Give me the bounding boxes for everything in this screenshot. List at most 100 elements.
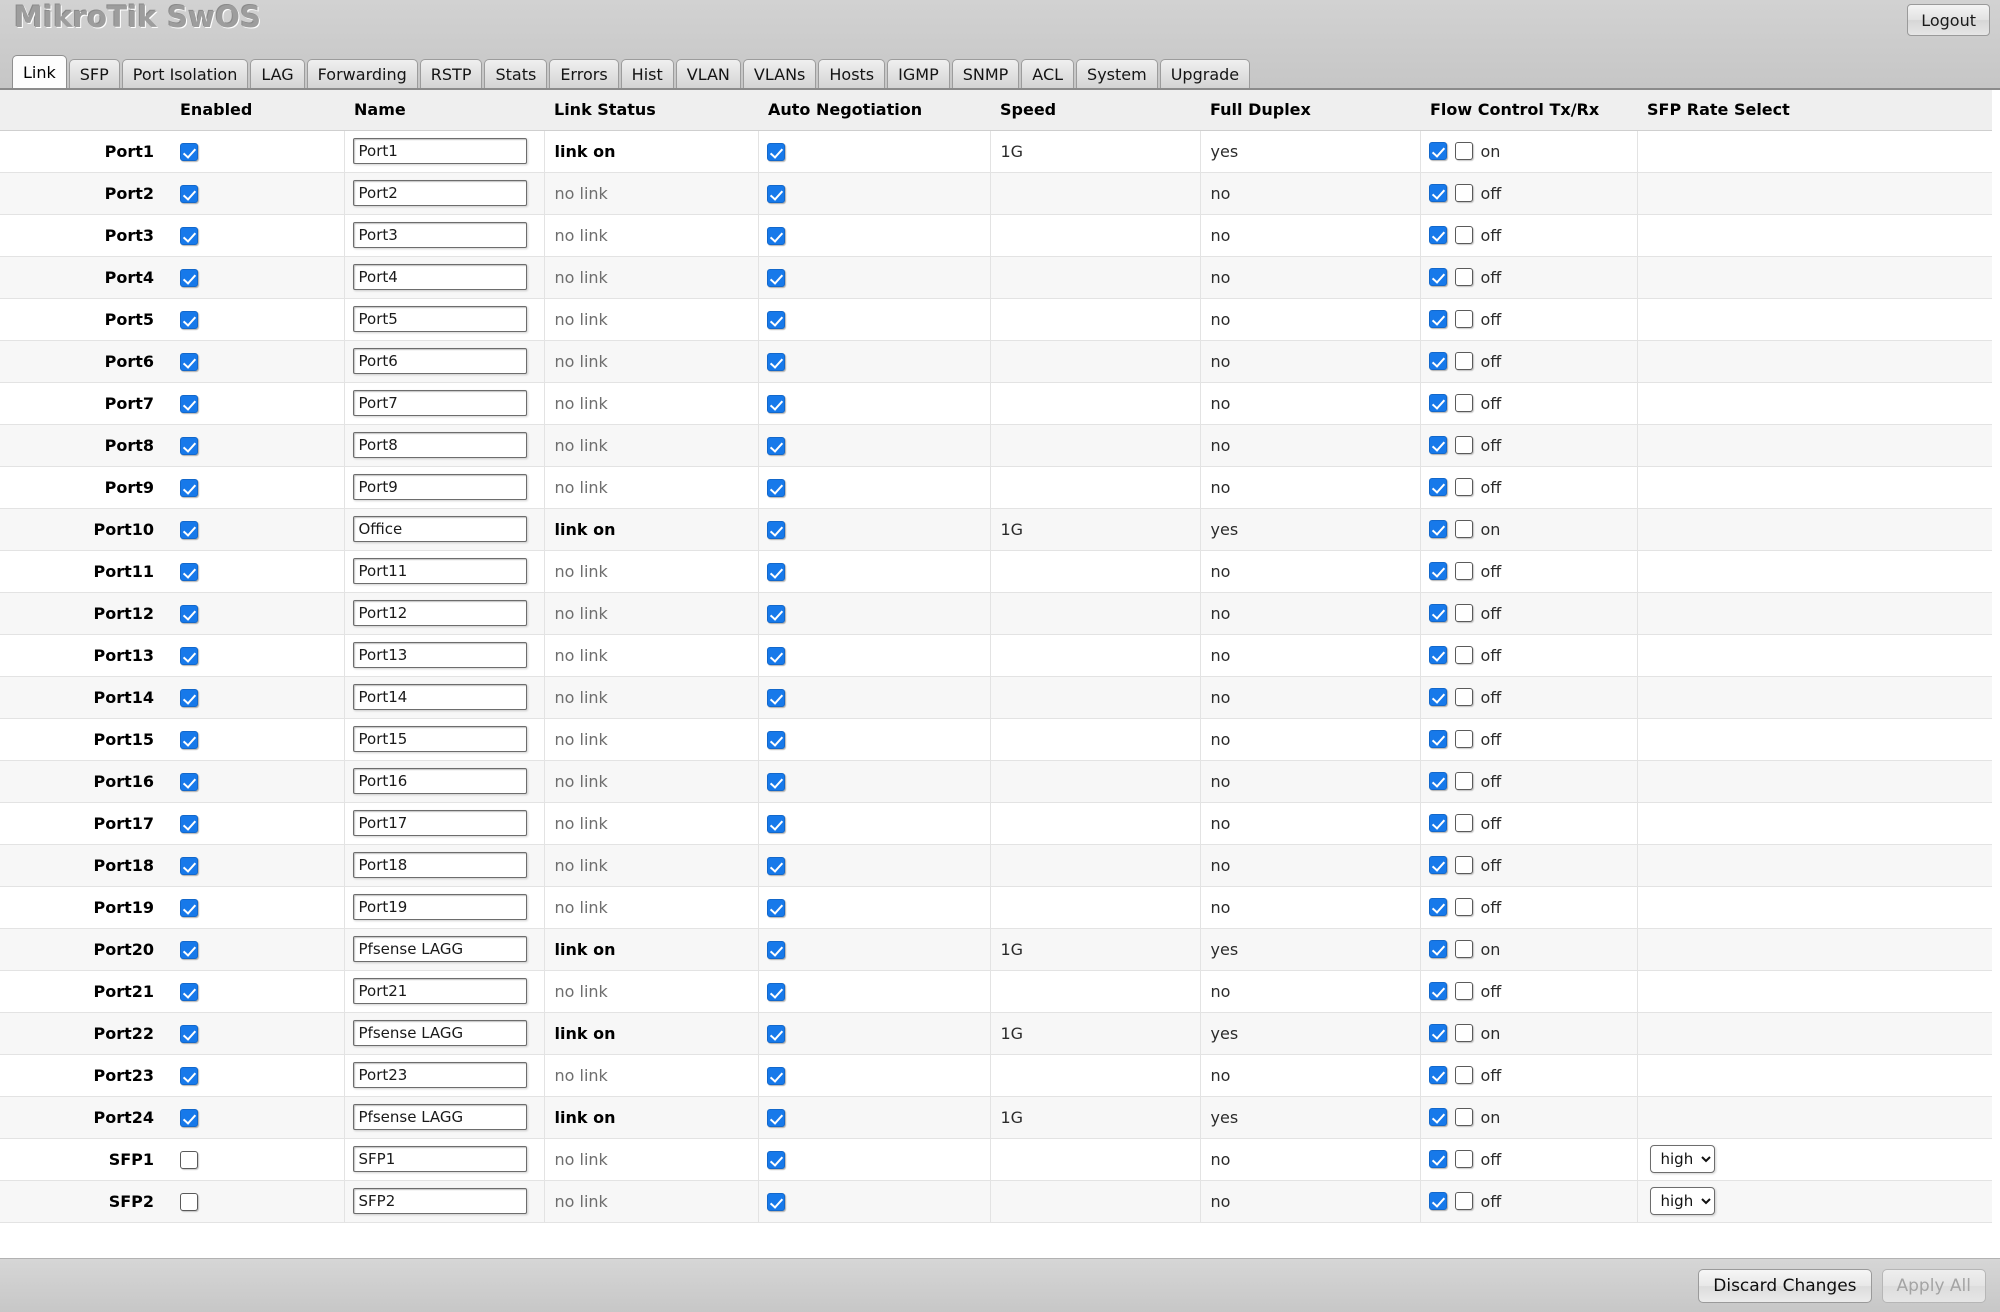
flow-control-tx-checkbox[interactable] <box>1428 1192 1447 1210</box>
tab-hosts[interactable]: Hosts <box>818 59 886 88</box>
auto-negotiation-checkbox[interactable] <box>766 436 785 455</box>
enabled-checkbox[interactable] <box>180 1150 198 1169</box>
auto-negotiation-checkbox[interactable] <box>766 478 785 497</box>
flow-control-tx-checkbox[interactable] <box>1428 982 1447 1000</box>
port-name-input[interactable] <box>352 894 527 920</box>
flow-control-rx-checkbox[interactable] <box>1454 604 1473 622</box>
auto-negotiation-checkbox[interactable] <box>766 646 785 665</box>
logout-button[interactable]: Logout <box>1907 4 1990 36</box>
flow-control-rx-checkbox[interactable] <box>1454 772 1473 790</box>
flow-control-tx-checkbox[interactable] <box>1428 520 1447 538</box>
flow-control-rx-checkbox[interactable] <box>1454 142 1473 160</box>
flow-control-rx-checkbox[interactable] <box>1454 940 1473 958</box>
flow-control-tx-checkbox[interactable] <box>1428 814 1447 832</box>
flow-control-rx-checkbox[interactable] <box>1454 562 1473 580</box>
enabled-checkbox[interactable] <box>180 604 198 623</box>
tab-forwarding[interactable]: Forwarding <box>306 59 418 88</box>
tab-hist[interactable]: Hist <box>620 59 674 88</box>
tab-system[interactable]: System <box>1076 59 1158 88</box>
port-name-input[interactable] <box>352 600 527 626</box>
enabled-checkbox[interactable] <box>180 520 198 539</box>
auto-negotiation-checkbox[interactable] <box>766 1192 785 1211</box>
flow-control-tx-checkbox[interactable] <box>1428 1024 1447 1042</box>
port-name-input[interactable] <box>352 390 527 416</box>
enabled-checkbox[interactable] <box>180 142 198 161</box>
flow-control-tx-checkbox[interactable] <box>1428 688 1447 706</box>
flow-control-rx-checkbox[interactable] <box>1454 310 1473 328</box>
tab-link[interactable]: Link <box>12 55 67 88</box>
port-name-input[interactable] <box>352 180 527 206</box>
port-name-input[interactable] <box>352 222 527 248</box>
flow-control-rx-checkbox[interactable] <box>1454 646 1473 664</box>
tab-igmp[interactable]: IGMP <box>887 59 950 88</box>
auto-negotiation-checkbox[interactable] <box>766 1066 785 1085</box>
port-name-input[interactable] <box>352 768 527 794</box>
enabled-checkbox[interactable] <box>180 436 198 455</box>
auto-negotiation-checkbox[interactable] <box>766 604 785 623</box>
auto-negotiation-checkbox[interactable] <box>766 772 785 791</box>
auto-negotiation-checkbox[interactable] <box>766 520 785 539</box>
tab-rstp[interactable]: RSTP <box>419 59 483 88</box>
tab-sfp[interactable]: SFP <box>68 59 120 88</box>
enabled-checkbox[interactable] <box>180 562 198 581</box>
enabled-checkbox[interactable] <box>180 688 198 707</box>
tab-errors[interactable]: Errors <box>549 59 619 88</box>
port-name-input[interactable] <box>352 558 527 584</box>
auto-negotiation-checkbox[interactable] <box>766 142 785 161</box>
flow-control-rx-checkbox[interactable] <box>1454 226 1473 244</box>
port-name-input[interactable] <box>352 306 527 332</box>
port-name-input[interactable] <box>352 1062 527 1088</box>
flow-control-rx-checkbox[interactable] <box>1454 688 1473 706</box>
flow-control-tx-checkbox[interactable] <box>1428 898 1447 916</box>
flow-control-rx-checkbox[interactable] <box>1454 520 1473 538</box>
auto-negotiation-checkbox[interactable] <box>766 940 785 959</box>
enabled-checkbox[interactable] <box>180 184 198 203</box>
flow-control-rx-checkbox[interactable] <box>1454 814 1473 832</box>
tab-port-isolation[interactable]: Port Isolation <box>121 59 249 88</box>
sfp-rate-select[interactable]: highlow <box>1649 1145 1715 1173</box>
flow-control-rx-checkbox[interactable] <box>1454 982 1473 1000</box>
enabled-checkbox[interactable] <box>180 646 198 665</box>
flow-control-tx-checkbox[interactable] <box>1428 310 1447 328</box>
auto-negotiation-checkbox[interactable] <box>766 982 785 1001</box>
port-name-input[interactable] <box>352 1104 527 1130</box>
flow-control-rx-checkbox[interactable] <box>1454 898 1473 916</box>
flow-control-tx-checkbox[interactable] <box>1428 436 1447 454</box>
auto-negotiation-checkbox[interactable] <box>766 226 785 245</box>
enabled-checkbox[interactable] <box>180 940 198 959</box>
auto-negotiation-checkbox[interactable] <box>766 310 785 329</box>
flow-control-rx-checkbox[interactable] <box>1454 436 1473 454</box>
enabled-checkbox[interactable] <box>180 268 198 287</box>
flow-control-rx-checkbox[interactable] <box>1454 1024 1473 1042</box>
flow-control-rx-checkbox[interactable] <box>1454 478 1473 496</box>
flow-control-rx-checkbox[interactable] <box>1454 1192 1473 1210</box>
flow-control-tx-checkbox[interactable] <box>1428 394 1447 412</box>
auto-negotiation-checkbox[interactable] <box>766 688 785 707</box>
enabled-checkbox[interactable] <box>180 1192 198 1211</box>
flow-control-rx-checkbox[interactable] <box>1454 184 1473 202</box>
flow-control-tx-checkbox[interactable] <box>1428 562 1447 580</box>
flow-control-rx-checkbox[interactable] <box>1454 352 1473 370</box>
flow-control-tx-checkbox[interactable] <box>1428 1150 1447 1168</box>
auto-negotiation-checkbox[interactable] <box>766 394 785 413</box>
auto-negotiation-checkbox[interactable] <box>766 1150 785 1169</box>
tab-lag[interactable]: LAG <box>250 59 305 88</box>
auto-negotiation-checkbox[interactable] <box>766 562 785 581</box>
tab-vlans[interactable]: VLANs <box>742 59 817 88</box>
port-name-input[interactable] <box>352 348 527 374</box>
flow-control-rx-checkbox[interactable] <box>1454 268 1473 286</box>
auto-negotiation-checkbox[interactable] <box>766 184 785 203</box>
tab-vlan[interactable]: VLAN <box>675 59 741 88</box>
flow-control-rx-checkbox[interactable] <box>1454 1066 1473 1084</box>
enabled-checkbox[interactable] <box>180 982 198 1001</box>
port-name-input[interactable] <box>352 264 527 290</box>
port-name-input[interactable] <box>352 936 527 962</box>
sfp-rate-select[interactable]: highlow <box>1649 1187 1715 1215</box>
tab-upgrade[interactable]: Upgrade <box>1159 59 1251 88</box>
enabled-checkbox[interactable] <box>180 310 198 329</box>
enabled-checkbox[interactable] <box>180 856 198 875</box>
enabled-checkbox[interactable] <box>180 226 198 245</box>
port-name-input[interactable] <box>352 852 527 878</box>
port-name-input[interactable] <box>352 432 527 458</box>
enabled-checkbox[interactable] <box>180 394 198 413</box>
